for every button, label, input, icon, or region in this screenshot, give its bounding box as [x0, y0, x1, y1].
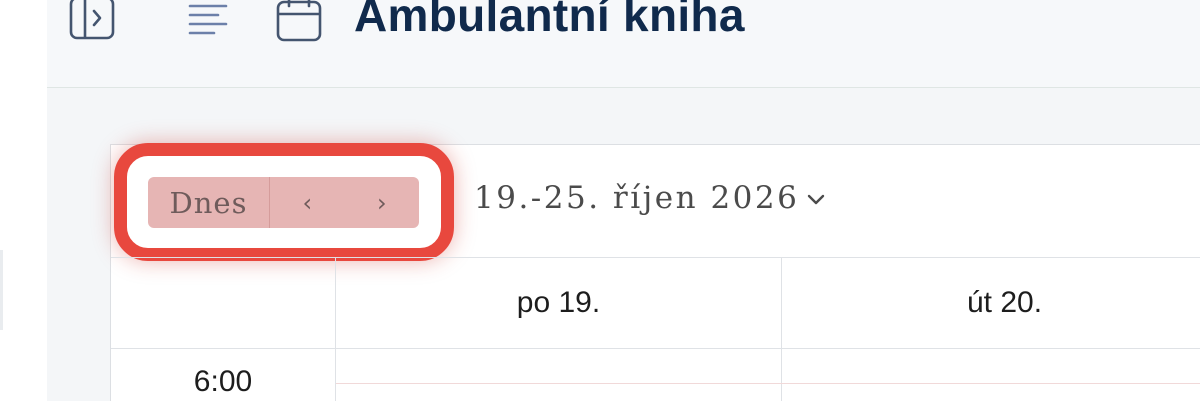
grid-subline [336, 383, 1200, 384]
date-range-selector[interactable]: 19.-25. říjen 2026 [474, 180, 799, 216]
calendar-icon [275, 0, 323, 44]
text-align-icon[interactable] [188, 0, 230, 40]
page-title: Ambulantní kniha [354, 0, 745, 41]
sidebar-edge-handle[interactable] [0, 250, 3, 330]
day-header-monday[interactable]: po 19. [336, 258, 781, 348]
next-week-button[interactable]: › [345, 177, 420, 228]
today-button[interactable]: Dnes [148, 177, 270, 228]
chevron-down-icon[interactable] [806, 193, 826, 207]
prev-week-button[interactable]: ‹ [270, 177, 345, 228]
left-sidebar-strip [0, 0, 47, 401]
time-slot-label: 6:00 [193, 365, 253, 398]
today-nav-group: Dnes ‹ › [148, 177, 419, 228]
sidebar-toggle-icon[interactable] [69, 0, 115, 42]
grid-line [111, 348, 1200, 349]
day-header-tuesday[interactable]: út 20. [782, 258, 1200, 348]
